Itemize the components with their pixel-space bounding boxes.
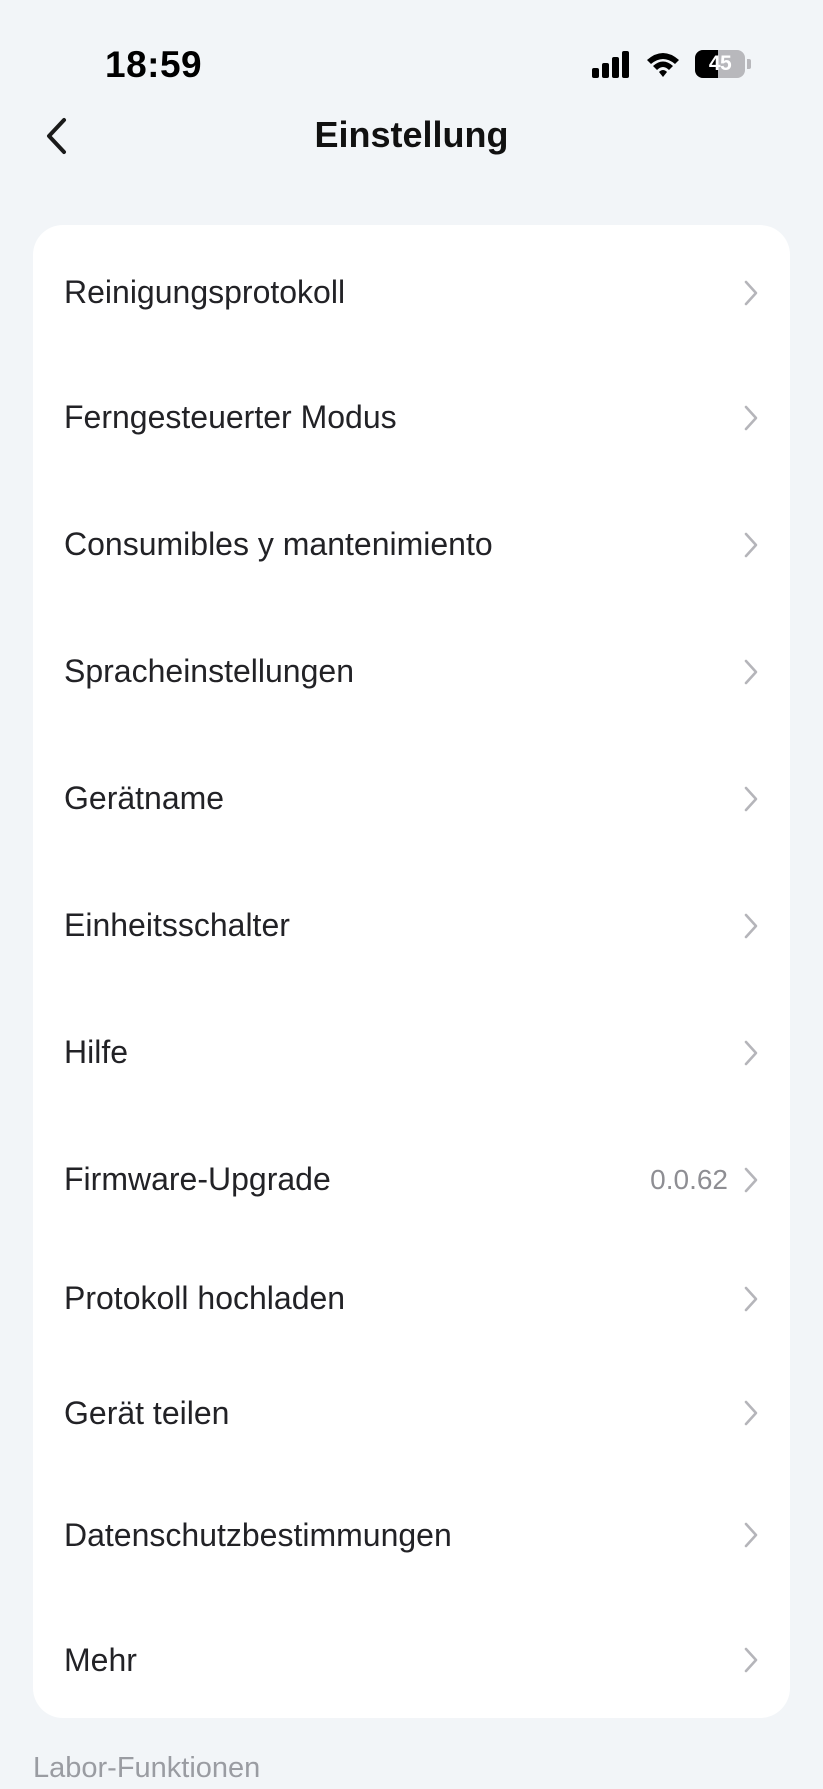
- settings-item-label: Reinigungsprotokoll: [64, 274, 346, 310]
- settings-item-label: Ferngesteuerter Modus: [64, 399, 397, 435]
- chevron-right-icon: [744, 786, 758, 811]
- settings-item-label: Gerät teilen: [64, 1394, 230, 1431]
- settings-item-consumibles[interactable]: Consumibles y mantenimiento: [33, 481, 790, 608]
- settings-item-reinigungsprotokoll[interactable]: Reinigungsprotokoll: [33, 230, 790, 355]
- settings-item-ferngesteuerter-modus[interactable]: Ferngesteuerter Modus: [33, 355, 790, 480]
- settings-item-label: Datenschutzbestimmungen: [64, 1516, 452, 1553]
- battery-icon: 45: [695, 50, 751, 78]
- settings-item-geraetname[interactable]: Gerätname: [33, 735, 790, 862]
- lab-features-caption: Labor-Funktionen: [33, 1752, 261, 1784]
- settings-item-geraet-teilen[interactable]: Gerät teilen: [33, 1354, 790, 1472]
- chevron-right-icon: [744, 532, 758, 557]
- status-bar: 18:59 45: [0, 0, 823, 110]
- page-title: Einstellung: [314, 114, 509, 155]
- settings-item-label: Mehr: [64, 1641, 137, 1678]
- chevron-right-icon: [744, 659, 758, 684]
- settings-item-label: Consumibles y mantenimiento: [64, 526, 493, 562]
- settings-screen: 18:59 45 Einstellung Reinigungsprotokoll…: [0, 0, 823, 1789]
- settings-item-label: Einheitsschalter: [64, 907, 290, 943]
- chevron-right-icon: [744, 1286, 758, 1311]
- settings-item-hilfe[interactable]: Hilfe: [33, 989, 790, 1116]
- battery-body: 45: [695, 50, 745, 78]
- settings-item-label: Gerätname: [64, 780, 225, 816]
- chevron-right-icon: [744, 913, 758, 938]
- chevron-right-icon: [744, 1040, 758, 1065]
- status-icons: 45: [591, 50, 751, 78]
- settings-item-mehr[interactable]: Mehr: [33, 1598, 790, 1722]
- settings-item-datenschutzbestimmungen[interactable]: Datenschutzbestimmungen: [33, 1472, 790, 1598]
- settings-item-label: Firmware-Upgrade: [64, 1161, 331, 1197]
- chevron-right-icon: [744, 1400, 758, 1426]
- chevron-right-icon: [744, 280, 758, 305]
- chevron-right-icon: [744, 1167, 758, 1192]
- wifi-icon: [647, 53, 679, 77]
- nav-bar: Einstellung: [0, 100, 823, 172]
- settings-item-label: Spracheinstellungen: [64, 653, 354, 689]
- signal-icon: [592, 51, 629, 78]
- settings-item-label: Hilfe: [64, 1034, 129, 1070]
- status-time: 18:59: [105, 44, 203, 85]
- settings-item-protokoll-hochladen[interactable]: Protokoll hochladen: [33, 1243, 790, 1354]
- settings-item-firmware-upgrade[interactable]: Firmware-Upgrade 0.0.62: [33, 1116, 790, 1243]
- settings-item-label: Protokoll hochladen: [64, 1280, 346, 1316]
- battery-level: 45: [708, 52, 732, 75]
- chevron-right-icon: [744, 1522, 758, 1548]
- settings-item-spracheinstellungen[interactable]: Spracheinstellungen: [33, 608, 790, 735]
- settings-card: Reinigungsprotokoll Ferngesteuerter Modu…: [33, 225, 790, 1718]
- chevron-right-icon: [744, 405, 758, 430]
- battery-cap: [747, 59, 751, 69]
- settings-item-einheitsschalter[interactable]: Einheitsschalter: [33, 862, 790, 989]
- firmware-version: 0.0.62: [650, 1163, 728, 1195]
- chevron-right-icon: [744, 1647, 758, 1673]
